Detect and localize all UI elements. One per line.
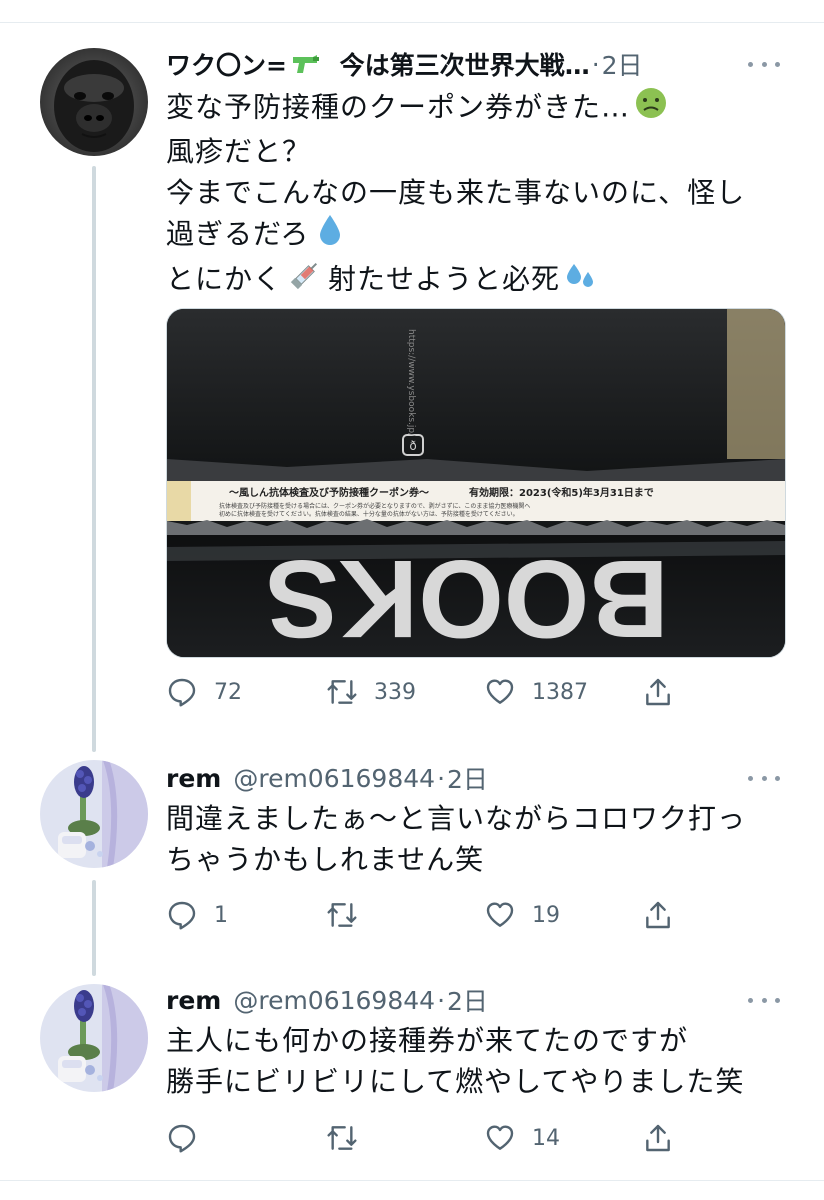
display-name-suffix: 今は第三次世界大戦 [339,50,565,80]
username-handle[interactable]: @rem06169844 [233,986,435,1015]
username-handle[interactable]: @rem06169844 [233,764,435,793]
share-button[interactable] [642,895,674,935]
reply-count: 1 [214,902,228,928]
reply-button[interactable] [166,1118,214,1158]
reply-icon [168,678,196,707]
tweet-header: rem @rem06169844 · 2日 [166,758,780,798]
separator: · [437,985,446,1015]
gorilla-avatar-image [40,48,148,156]
water-pistol-icon [291,51,321,83]
coupon-expiry: 有効期限：2023(令和5)年3月31日まで [469,486,654,499]
display-name[interactable]: ワク〇ン= 今は第三次世界大戦… [166,46,590,83]
share-icon [646,678,670,706]
like-count: 1387 [532,679,588,705]
timestamp[interactable]: 2日 [447,982,488,1018]
like-button[interactable]: 19 [484,895,560,935]
retweet-count: 339 [374,679,416,705]
tweet-text: 変な予防接種のクーポン券がきた… 風疹だと？ 今までこんなの一度も来た事ないのに… [166,86,784,303]
thread-line [92,166,96,752]
retweet-button[interactable]: 339 [326,672,416,712]
more-options-icon[interactable] [748,52,780,76]
droplet-icon [317,213,343,258]
more-options-icon[interactable] [748,988,780,1012]
retweet-icon [327,903,357,927]
tweet-text-line: 風疹だと？ [166,135,312,168]
name-ellipsis: … [564,50,590,80]
like-button[interactable]: 1387 [484,672,588,712]
flower-avatar-image [40,984,148,1092]
tweet-thread: ワク〇ン= 今は第三次世界大戦… · 2日 変な予防接種のクーポン券がきた… 風… [0,0,824,1200]
coupon-small-text: 抗体検査及び予防接種を受ける場合には、クーポン券が必要となりますので、剥がさずに… [219,502,530,510]
thread-line [92,880,96,976]
tweet-actions: 72 339 1387 [166,672,686,712]
avatar[interactable] [40,48,148,156]
display-name[interactable]: rem [166,764,221,793]
display-name-prefix: ワク〇ン= [166,50,287,80]
share-button[interactable] [642,672,674,712]
share-icon [646,901,670,929]
more-options-icon[interactable] [748,766,780,790]
bag-logo-text: BOOKS [265,537,668,657]
share-icon [646,1124,670,1152]
syringe-icon [288,258,322,303]
tweet-header: rem @rem06169844 · 2日 [166,980,780,1020]
bag-url-text: https://www.ysbooks.jp/ [406,329,416,437]
avatar[interactable] [40,760,148,868]
nauseated-face-icon [634,86,668,131]
like-button[interactable]: 14 [484,1118,560,1158]
tweet-text-line: 勝手にビリビリにして燃やしてやりました笑 [166,1065,745,1098]
tweet-text-line: ちゃうかもしれません笑 [166,843,485,876]
tweet-text: 主人にも何かの接種券が来てたのですが 勝手にビリビリにして燃やしてやりました笑 [166,1020,784,1102]
like-count: 19 [532,902,560,928]
tweet-text-line: 間違えましたぁ〜と言いながらコロワク打っ [166,802,747,835]
retweet-button[interactable] [326,895,374,935]
reply-button[interactable]: 72 [166,672,242,712]
retweet-icon [327,1126,357,1150]
heart-icon [486,902,514,927]
timestamp[interactable]: 2日 [602,46,643,82]
coupon-title: 〜風しん抗体検査及び予防接種クーポン券〜 [229,486,429,499]
reply-icon [168,1124,196,1153]
timestamp[interactable]: 2日 [447,760,488,796]
svg-text:ð: ð [409,439,416,453]
separator: · [591,49,600,79]
heart-icon [486,679,514,704]
tweet-text-line: 主人にも何かの接種券が来てたのですが [166,1024,689,1057]
tweet-actions: 14 [166,1118,686,1158]
coupon-photo: ð https://www.ysbooks.jp/ 〜風しん抗体検査及び予防接種… [167,309,785,657]
share-button[interactable] [642,1118,674,1158]
retweet-icon [327,680,357,704]
top-divider [0,22,824,23]
sweat-droplets-icon [564,258,598,303]
tweet-text-line: 過ぎるだろ [166,217,310,251]
retweet-button[interactable] [326,1118,374,1158]
tweet-text-line: とにかく [166,262,283,296]
tweet-text-line: 変な予防接種のクーポン券がきた… [166,90,631,124]
tweet-text-line: 今までこんなの一度も来た事ないのに、怪し [166,176,746,209]
coupon-small-text: 初めに抗体検査を受けてください。抗体検査の結果、十分な量の抗体がない方は、予防接… [219,510,519,518]
reply-button[interactable]: 1 [166,895,228,935]
reply-icon [168,901,196,930]
tweet-media-image[interactable]: ð https://www.ysbooks.jp/ 〜風しん抗体検査及び予防接種… [166,308,786,658]
tweet-text-line: 射たせようと必死 [328,262,561,296]
tweet-header: ワク〇ン= 今は第三次世界大戦… · 2日 [166,44,780,84]
tweet-text: 間違えましたぁ〜と言いながらコロワク打っ ちゃうかもしれません笑 [166,798,784,880]
bottom-divider [0,1180,824,1181]
separator: · [437,763,446,793]
flower-avatar-image [40,760,148,868]
reply-count: 72 [214,679,242,705]
display-name[interactable]: rem [166,986,221,1015]
tweet-actions: 1 19 [166,895,686,935]
like-count: 14 [532,1125,560,1151]
heart-icon [486,1125,514,1150]
avatar[interactable] [40,984,148,1092]
